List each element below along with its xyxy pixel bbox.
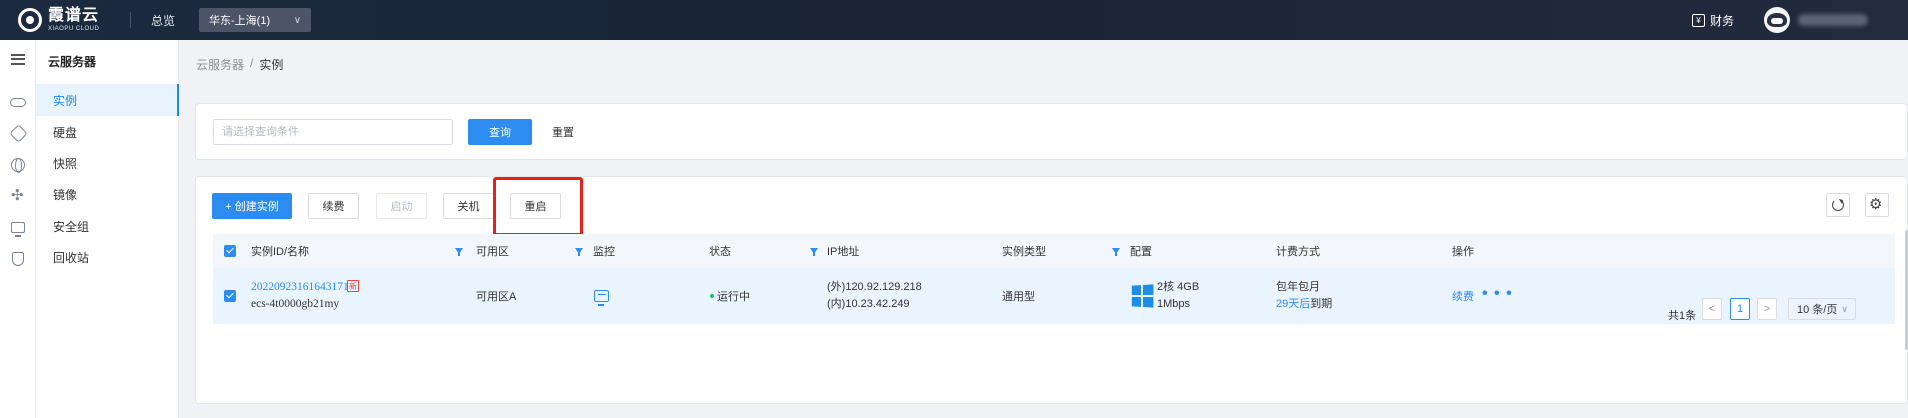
ip-external: (外)120.92.129.218 [827,281,922,293]
shield-icon[interactable] [0,240,36,278]
page-size-value: 10 条/页 [1797,304,1838,316]
settings-button[interactable] [1865,193,1889,217]
wallet-icon: ¥ [1691,13,1705,27]
filter-icon[interactable] [810,248,818,256]
expire-suffix: 到期 [1310,298,1333,310]
header-actions: 操作 [1452,246,1474,258]
header-id-name: 实例ID/名称 [251,246,310,258]
instance-type-value: 通用型 [1002,291,1035,303]
sidebar-item-snapshots[interactable]: 快照 [36,147,179,179]
ip-internal: (内)10.23.42.249 [827,298,910,310]
search-input[interactable] [213,119,453,145]
breadcrumb: 云服务器 / 实例 [196,56,283,73]
menu-list-icon[interactable] [0,40,36,78]
instance-table: 实例ID/名称 可用区 监控 状态 IP地址 实例类型 配置 计费方式 操作 2… [213,234,1895,324]
windows-os-icon [1131,284,1154,308]
logo-icon [18,8,42,32]
filter-icon[interactable] [455,248,463,256]
next-page-button[interactable]: > [1757,298,1777,320]
refresh-button[interactable] [1826,193,1850,217]
sidebar-item-security-groups[interactable]: 安全组 [36,210,179,242]
instance-id-link[interactable]: 20220923161643171 [251,281,349,294]
create-instance-button[interactable]: + 创建实例 [212,193,292,219]
select-all-checkbox[interactable] [224,245,236,257]
table-row[interactable]: 20220923161643171 ecs-4t0000gb21my 新 可用区… [213,268,1895,324]
restart-highlight-box [493,177,583,236]
config-bandwidth: 1Mbps [1157,298,1191,310]
gear-icon [1869,195,1884,213]
header-instance-type: 实例类型 [1002,246,1046,258]
sidebar-item-disks[interactable]: 硬盘 [36,116,179,148]
prev-page-button[interactable]: < [1702,298,1722,320]
monitor-chart-icon[interactable] [594,290,609,306]
header-ip: IP地址 [827,246,860,258]
finance-label: 财务 [1709,13,1734,28]
start-button[interactable]: 启动 [376,193,427,219]
renew-button[interactable]: 续费 [308,193,359,219]
refresh-icon [1832,199,1844,211]
page-size-select[interactable]: 10 条/页 ∨ [1788,298,1856,320]
logo-subtext: XIAOPU CLOUD [48,26,100,32]
pagination-total: 共1条 [1668,310,1697,322]
instance-name: ecs-4t0000gb21my [251,298,340,310]
avatar[interactable] [1764,7,1790,33]
page-number-button[interactable]: 1 [1730,298,1750,320]
shutdown-button[interactable]: 关机 [443,193,494,219]
header-monitor: 监控 [593,246,615,258]
header-zone: 可用区 [476,246,509,258]
breadcrumb-separator: / [250,56,254,70]
chevron-down-icon: ∨ [1841,303,1848,314]
finance-link[interactable]: ¥ 财务 [1691,12,1734,29]
sidebar-item-instances[interactable]: 实例 [36,84,179,116]
username-blurred[interactable] [1798,14,1868,26]
row-renew-link[interactable]: 续费 [1452,288,1474,304]
sidebar-icon-rail [0,40,36,418]
region-select[interactable]: 华东-上海(1) ∨ [199,8,312,32]
sidebar-menu: 云服务器 实例 硬盘 快照 镜像 安全组 回收站 [36,40,179,418]
status-running-dot [710,294,714,298]
status-value: 运行中 [717,291,750,303]
header-config: 配置 [1130,246,1152,258]
config-cpu-memory: 2核 4GB [1157,281,1200,293]
overview-link[interactable]: 总览 [151,12,175,29]
zone-value: 可用区A [476,291,517,303]
more-actions-icon[interactable]: • • • [1482,285,1513,303]
chevron-down-icon: ∨ [293,14,302,26]
expire-days: 29天后 [1276,298,1311,310]
billing-type: 包年包月 [1276,281,1320,293]
sidebar-item-images[interactable]: 镜像 [36,178,179,210]
sidebar-item-recycle-bin[interactable]: 回收站 [36,241,179,273]
row-checkbox[interactable] [224,290,236,302]
breadcrumb-parent[interactable]: 云服务器 [196,56,244,73]
instance-list-panel: + 创建实例 续费 启动 关机 重启 实例ID/名称 可用区 监控 状态 IP地… [195,176,1908,404]
divider [130,12,131,28]
sidebar-title: 云服务器 [48,55,97,69]
filter-icon[interactable] [575,248,583,256]
top-navigation-bar: 霞谱云 XIAOPU CLOUD 总览 华东-上海(1) ∨ ¥ 财务 [0,0,1908,40]
table-header: 实例ID/名称 可用区 监控 状态 IP地址 实例类型 配置 计费方式 操作 [213,234,1895,268]
header-status: 状态 [709,246,731,258]
search-panel: 查询 重置 [195,103,1908,160]
region-value: 华东-上海(1) [209,15,271,27]
filter-icon[interactable] [1112,248,1120,256]
logo[interactable]: 霞谱云 XIAOPU CLOUD [18,8,130,32]
reset-button[interactable]: 重置 [536,119,590,145]
header-billing: 计费方式 [1276,246,1320,258]
logo-text: 霞谱云 [48,7,100,24]
query-button[interactable]: 查询 [468,119,532,145]
breadcrumb-current: 实例 [259,58,284,72]
new-badge: 新 [347,280,359,292]
